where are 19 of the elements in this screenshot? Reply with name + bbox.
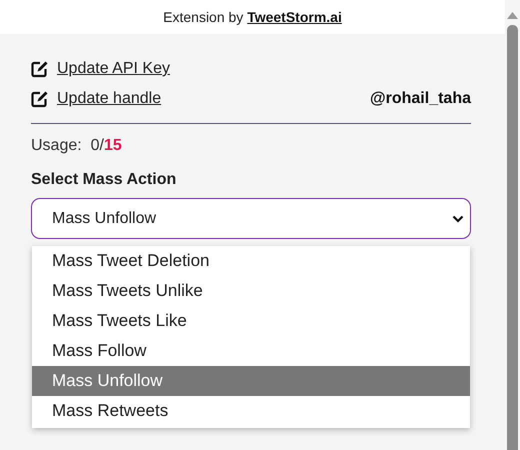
credit-text: Extension by TweetStorm.ai [163,9,342,25]
update-link[interactable]: Update handle [57,90,162,108]
option-item[interactable]: Mass Follow [32,336,470,366]
account-handle: @rohail_taha [370,90,471,108]
select-label: Select Mass Action [31,171,178,189]
action-select[interactable]: Mass Unfollow [31,198,471,239]
scroll-up-icon[interactable] [507,12,518,19]
option-item[interactable]: Mass Unfollow [32,366,470,396]
scrollbar-thumb[interactable] [507,25,518,450]
option-item[interactable]: Mass Retweets [32,396,470,426]
option-item[interactable]: Mass Tweets Unlike [32,276,470,306]
usage-text: Usage: 0/15 [31,137,123,155]
option-item[interactable]: Mass Tweets Like [32,306,470,336]
site-link[interactable]: TweetStorm.ai [247,9,342,25]
update-link[interactable]: Update API Key [57,60,170,78]
chevron-icon [452,214,464,222]
option-item[interactable]: Mass Tweet Deletion [32,246,470,276]
edit-icon [31,90,49,108]
edit-icon [31,60,49,78]
